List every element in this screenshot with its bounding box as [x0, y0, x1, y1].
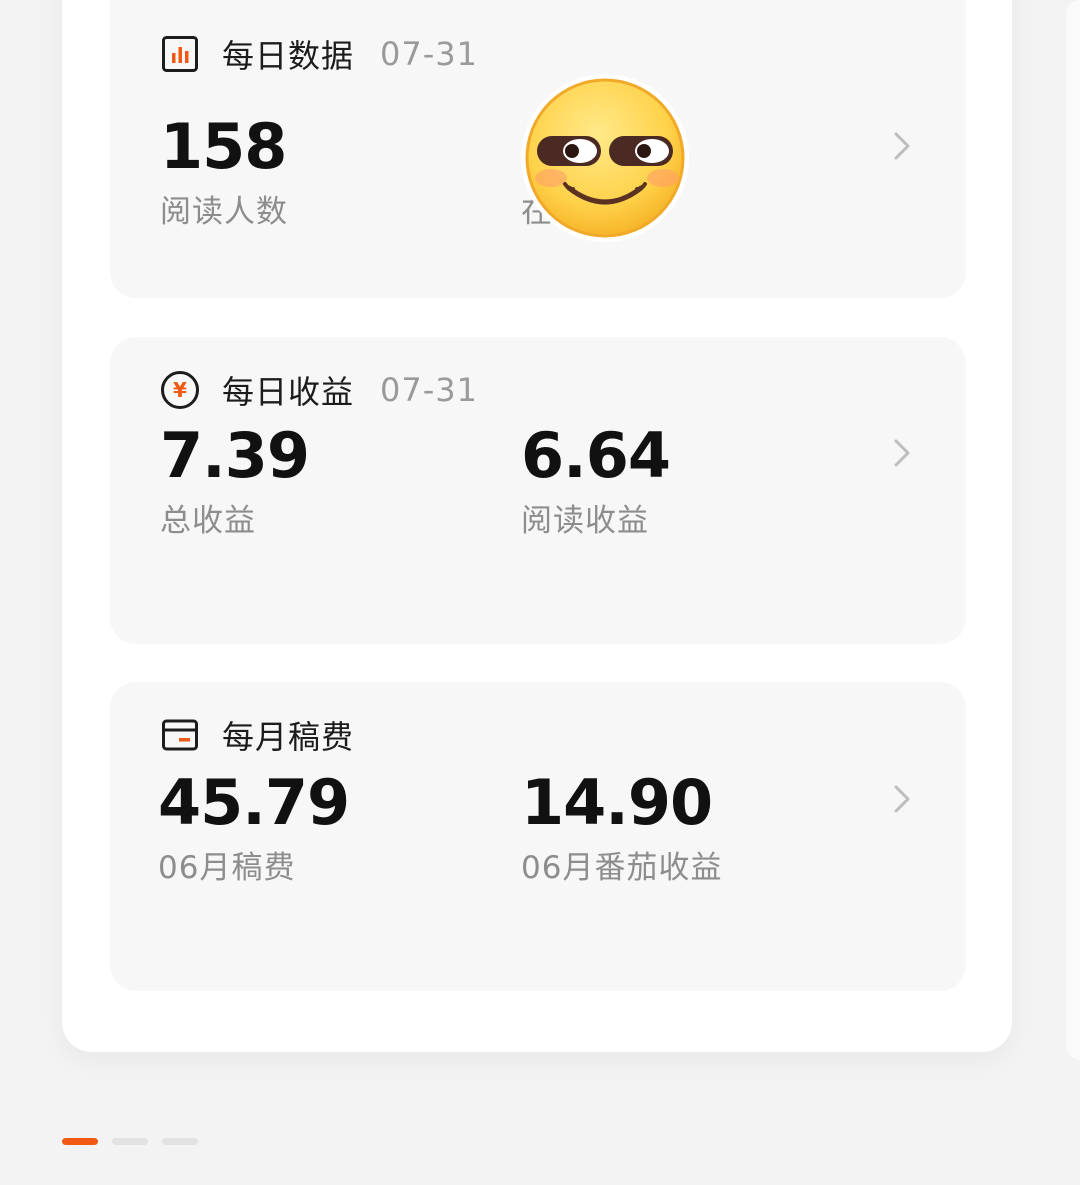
- chevron-right-icon[interactable]: [890, 433, 914, 473]
- yen-coin-icon: ¥: [160, 370, 200, 410]
- daily-income-title: 每日收益: [222, 373, 355, 411]
- stat-total-income: 7.39 总收益: [160, 419, 310, 541]
- stat-readers: 158 阅读人数: [160, 112, 288, 232]
- stat-reading-income-value: 6.64: [521, 419, 671, 492]
- daily-income-card[interactable]: ¥ 每日收益 07-31 7.39 总收益 6.64 阅读收益: [110, 337, 966, 644]
- page-dot-1[interactable]: [62, 1138, 98, 1145]
- chevron-right-icon[interactable]: [890, 126, 914, 166]
- stat-total-income-value: 7.39: [160, 419, 310, 492]
- daily-data-header: 每日数据 07-31: [160, 34, 478, 75]
- daily-income-header: ¥ 每日收益 07-31: [160, 370, 478, 411]
- smirk-emoji-sticker: [521, 74, 689, 242]
- daily-data-title: 每日数据: [222, 37, 355, 75]
- monthly-fee-title: 每月稿费: [222, 718, 355, 756]
- stat-june-tomato-income-value: 14.90: [521, 766, 713, 839]
- stat-june-fee-label: 06月稿费: [158, 850, 296, 886]
- stat-june-fee-value: 45.79: [158, 766, 350, 839]
- monthly-fee-card[interactable]: 每月稿费 45.79 06月稿费 14.90 06月番茄收益: [110, 682, 966, 991]
- next-card-edge: [1066, 0, 1080, 1060]
- stat-total-income-label: 总收益: [160, 503, 256, 539]
- page-indicator: [62, 1138, 198, 1145]
- stat-june-fee: 45.79 06月稿费: [158, 766, 350, 888]
- stat-readers-value: 158: [160, 110, 287, 183]
- svg-text:¥: ¥: [173, 378, 187, 402]
- card-icon: [160, 715, 200, 755]
- daily-data-date: 07-31: [380, 35, 478, 73]
- stat-june-tomato-income: 14.90 06月番茄收益: [521, 768, 722, 888]
- stat-june-tomato-income-label: 06月番茄收益: [521, 850, 723, 886]
- stat-reading-income: 6.64 阅读收益: [521, 419, 671, 541]
- bar-chart-icon: [160, 34, 200, 74]
- stat-readers-label: 阅读人数: [160, 194, 288, 230]
- page-dot-3[interactable]: [162, 1138, 198, 1145]
- stat-reading-income-label: 阅读收益: [521, 503, 649, 539]
- daily-income-date: 07-31: [380, 371, 478, 409]
- monthly-fee-header: 每月稿费: [160, 715, 354, 756]
- screen: 每日数据 07-31 158 阅读人数 在 ¥ 每日收益 07-31 7.39 …: [0, 0, 1080, 1185]
- chevron-right-icon[interactable]: [890, 779, 914, 819]
- page-dot-2[interactable]: [112, 1138, 148, 1145]
